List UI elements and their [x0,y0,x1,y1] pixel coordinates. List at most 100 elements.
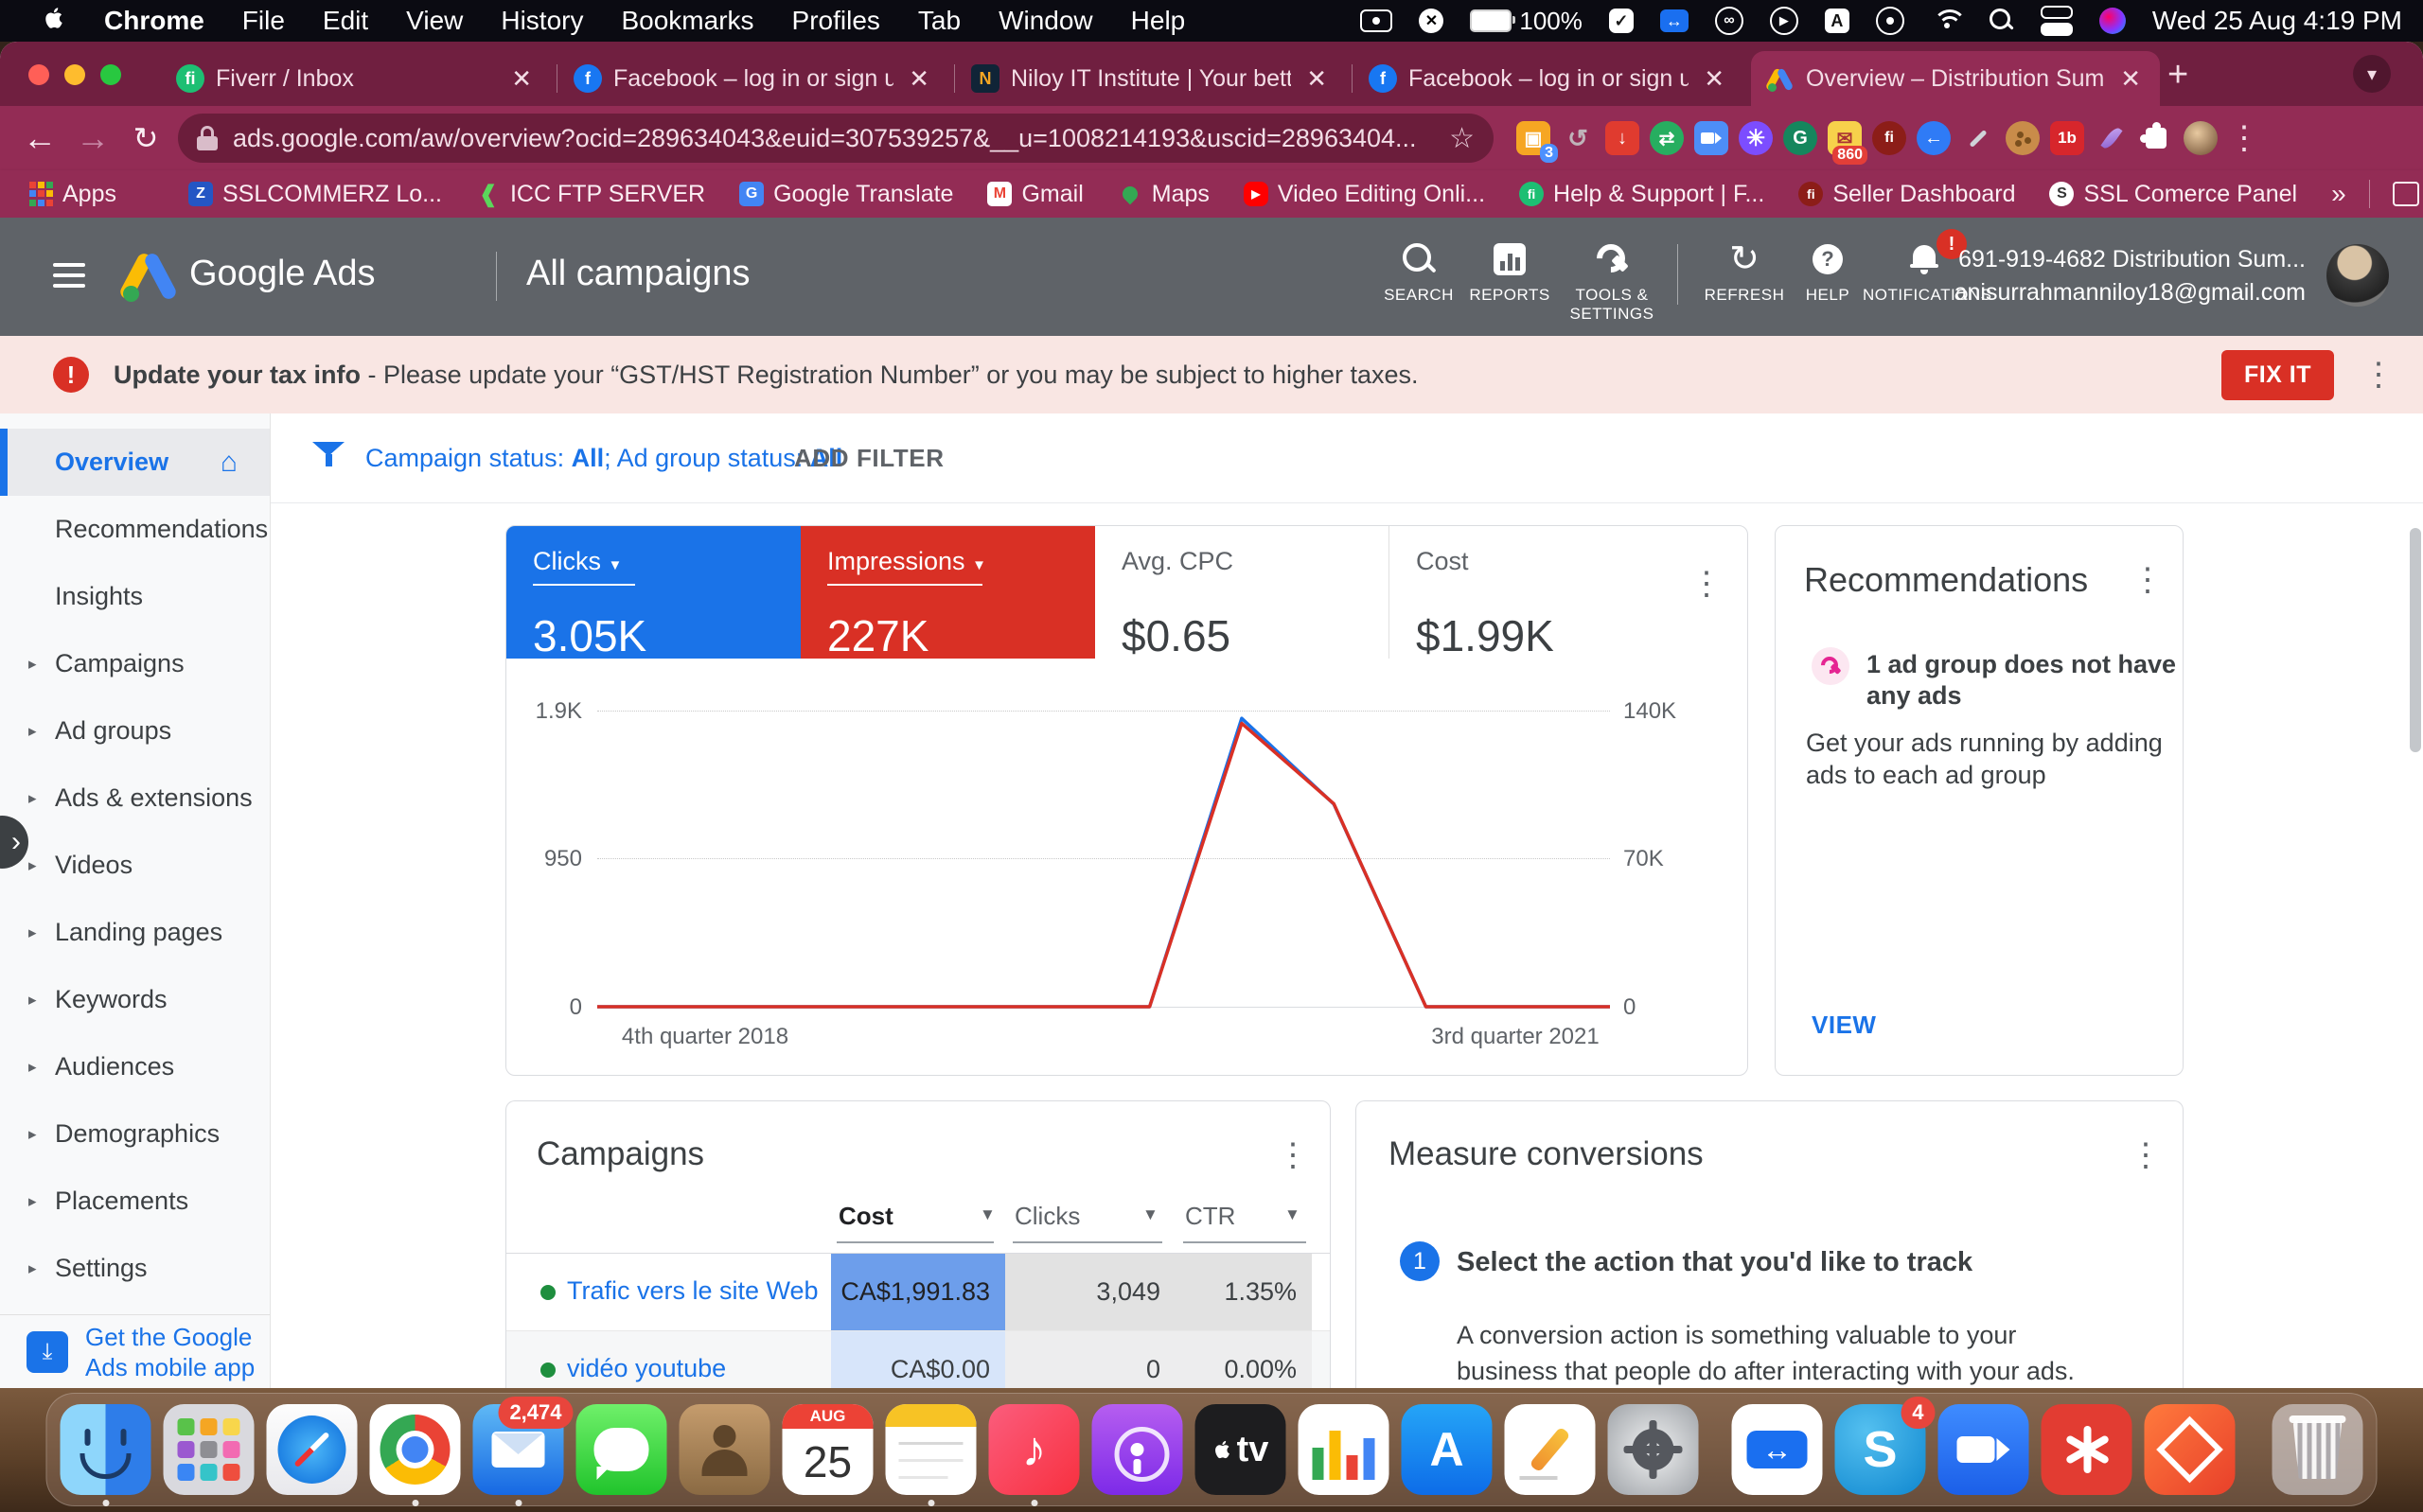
feather-extension-icon[interactable] [2095,121,2129,155]
snowflake-extension-icon[interactable]: ✳ [1739,121,1773,155]
sidebar-item-campaigns[interactable]: ▸Campaigns [0,630,270,697]
profile-avatar[interactable] [2184,121,2218,155]
tab-close-icon[interactable]: ✕ [1700,64,1728,94]
new-tab-button[interactable]: + [2167,55,2188,96]
minimize-window-button[interactable] [64,64,85,85]
sidebar-footer-mobile-app[interactable]: ⤓ Get the Google Ads mobile app [0,1314,270,1388]
tab-close-icon[interactable]: ✕ [905,64,933,94]
zoom-window-button[interactable] [100,64,121,85]
launchpad-icon[interactable] [164,1404,255,1495]
sidebar-item-landing-pages[interactable]: ▸Landing pages [0,899,270,966]
tab-close-icon[interactable]: ✕ [507,64,536,94]
tab-close-icon[interactable]: ✕ [1302,64,1331,94]
column-header-ctr[interactable]: CTR [1185,1202,1235,1231]
menu-bookmarks[interactable]: Bookmarks [621,6,753,36]
text-editor-app-icon[interactable] [1505,1404,1596,1495]
conversions-menu-icon[interactable]: ⋮ [2130,1139,2162,1171]
sidebar-item-demographics[interactable]: ▸Demographics [0,1100,270,1168]
bookmark-google-translate[interactable]: GGoogle Translate [739,181,953,208]
column-header-clicks[interactable]: Clicks [1015,1202,1080,1231]
chrome-icon[interactable] [370,1404,461,1495]
sidebar-item-recommendations[interactable]: Recommendations [0,496,270,563]
bookmark-apps[interactable]: Apps [28,181,116,208]
skype-icon[interactable]: S 4 [1835,1404,1926,1495]
apple-menu-icon[interactable] [42,4,66,39]
reload-button[interactable]: ↻ [119,120,172,156]
address-bar[interactable]: ads.google.com/aw/overview?ocid=28963404… [178,114,1494,163]
tab-facebook-2[interactable]: f Facebook – log in or sign up ✕ [1353,51,1743,106]
podcasts-icon[interactable] [1092,1404,1183,1495]
screen-record-icon[interactable] [1360,7,1392,35]
tab-facebook-1[interactable]: f Facebook – log in or sign up ✕ [558,51,948,106]
menu-help[interactable]: Help [1131,6,1186,36]
menu-view[interactable]: View [406,6,463,36]
back-arrow-extension-icon[interactable]: ← [1917,121,1951,155]
notes-icon[interactable] [886,1404,977,1495]
campaign-link[interactable]: Trafic vers le site Web [567,1276,819,1306]
photos-extension-icon[interactable]: ▣3 [1516,121,1550,155]
bookmark-ssl-comerce[interactable]: SSSL Comerce Panel [2049,181,2297,208]
sidebar-item-placements[interactable]: ▸Placements [0,1168,270,1235]
sync-extension-icon[interactable]: ⇄ [1650,121,1684,155]
tab-close-icon[interactable]: ✕ [2116,64,2145,94]
metric-clicks[interactable]: Clicks ▼ 3.05K [506,526,801,659]
fix-it-button[interactable]: FIX IT [2221,350,2334,400]
add-filter-button[interactable]: ADD FILTER [794,444,945,473]
recommendations-menu-icon[interactable]: ⋮ [2131,564,2164,596]
close-window-button[interactable] [28,64,49,85]
play-status-icon[interactable]: ▶ [1770,7,1798,35]
sidebar-item-ad-groups[interactable]: ▸Ad groups [0,697,270,765]
table-row[interactable]: vidéo youtube CA$0.00 0 0.00% [506,1330,1330,1388]
status-x-icon[interactable]: ✕ [1419,7,1443,35]
pinwheel-app-icon[interactable] [2042,1404,2132,1495]
mail-extension-icon[interactable]: ✉860 [1828,121,1862,155]
bookmark-video-editing[interactable]: ▶Video Editing Onli... [1244,181,1485,208]
account-avatar[interactable] [2326,244,2389,307]
bookmark-gmail[interactable]: MGmail [987,181,1083,208]
app-store-icon[interactable]: A [1402,1404,1493,1495]
bookmark-maps[interactable]: Maps [1118,181,1210,208]
history-extension-icon[interactable]: ↺ [1561,121,1595,155]
bookmark-icc-ftp[interactable]: ❰ICC FTP SERVER [476,181,705,208]
menu-history[interactable]: History [501,6,583,36]
menu-edit[interactable]: Edit [323,6,368,36]
calendar-icon[interactable]: AUG 25 [783,1404,874,1495]
video-call-app-icon[interactable] [1938,1404,2029,1495]
alert-menu-icon[interactable]: ⋮ [2362,359,2395,391]
onebox-extension-icon[interactable]: 1b [2050,121,2084,155]
menu-tab[interactable]: Tab [918,6,961,36]
browser-menu-icon[interactable]: ⋮ [2228,122,2260,154]
safari-icon[interactable] [267,1404,358,1495]
hamburger-menu-icon[interactable] [53,263,85,288]
a-doc-icon[interactable]: A [1825,7,1849,35]
chart-card-menu-icon[interactable]: ⋮ [1690,568,1723,600]
messages-icon[interactable] [576,1404,667,1495]
metric-avg-cpc[interactable]: Avg. CPC $0.65 [1095,526,1389,659]
adobe-cc-icon[interactable]: ∞ [1715,7,1743,35]
filter-summary[interactable]: Campaign status: All; Ad group status: A… [365,444,842,473]
teamviewer-status-icon[interactable]: ↔ [1660,7,1689,35]
cookie-extension-icon[interactable] [2006,121,2040,155]
tab-search-button[interactable]: ▾ [2353,55,2391,93]
tab-niloy-it[interactable]: N Niloy IT Institute | Your better f ✕ [956,51,1346,106]
nav-reports-button[interactable]: REPORTS [1458,240,1562,305]
control-center-icon[interactable] [2041,7,2073,35]
bookmark-help-support[interactable]: fiHelp & Support | F... [1519,181,1764,208]
teamviewer-icon[interactable]: ↔ [1732,1404,1823,1495]
nav-search-button[interactable]: SEARCH [1367,240,1471,305]
tab-fiverr-inbox[interactable]: fi Fiverr / Inbox ✕ [161,51,551,106]
finder-icon[interactable] [61,1404,151,1495]
bookmarks-overflow-icon[interactable]: » [2331,179,2346,209]
extensions-puzzle-icon[interactable] [2139,121,2173,155]
meet-camera-extension-icon[interactable] [1694,121,1728,155]
download-extension-icon[interactable]: ↓ [1605,121,1639,155]
system-preferences-icon[interactable] [1608,1404,1699,1495]
sidebar-item-audiences[interactable]: ▸Audiences [0,1033,270,1100]
wifi-icon[interactable] [1931,7,1963,35]
view-link[interactable]: VIEW [1812,1011,1876,1040]
trash-icon[interactable] [2273,1404,2363,1495]
grammarly-extension-icon[interactable]: G [1783,121,1817,155]
menubar-clock[interactable]: Wed 25 Aug 4:19 PM [2152,6,2402,36]
menu-chrome[interactable]: Chrome [104,6,204,36]
siri-icon[interactable] [2099,7,2126,35]
